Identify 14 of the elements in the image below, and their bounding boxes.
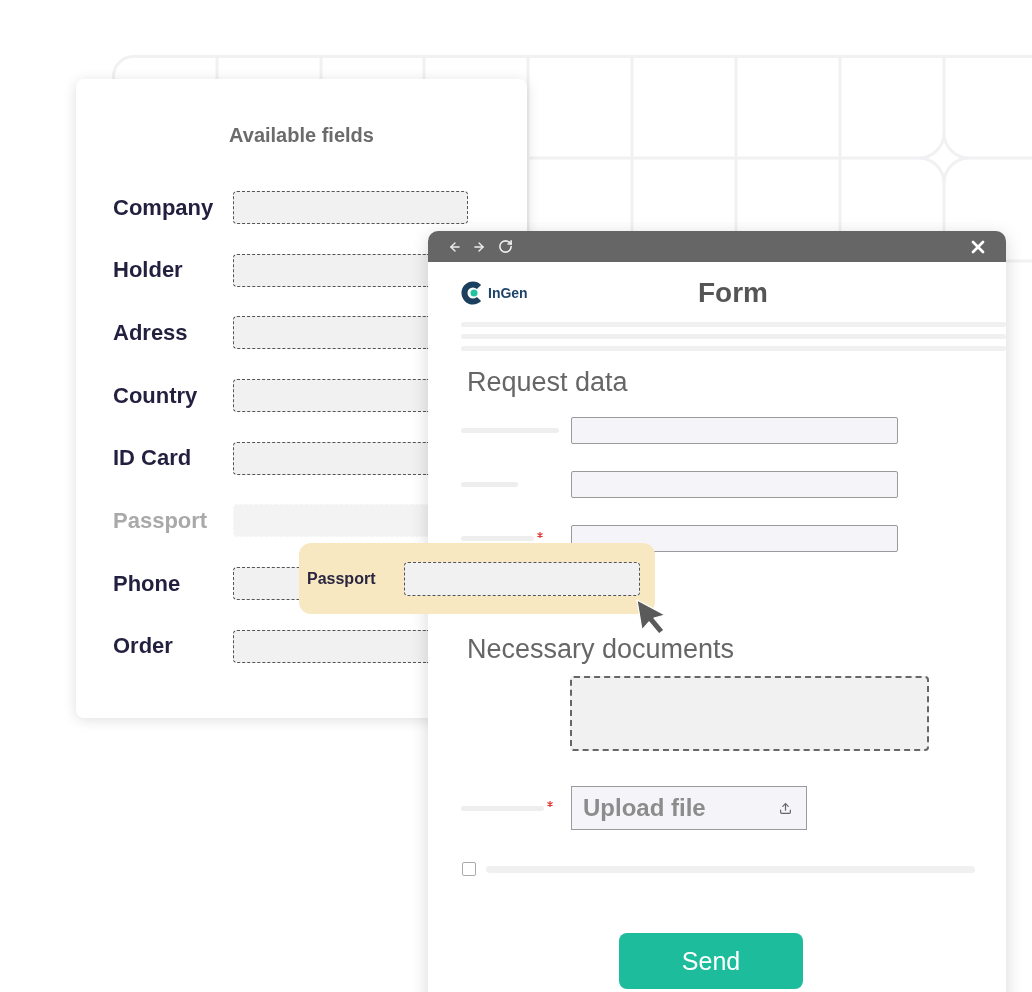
field-label: Adress [113,321,189,344]
form-title: Form [697,279,769,307]
field-label: Passport [307,570,377,587]
field-label: Holder [113,259,184,282]
field-label: Country [113,384,199,407]
field-label: Passport [113,509,209,532]
section-heading: Request data [467,366,628,398]
card-title: Available fields [229,123,374,147]
logo-text: InGen [488,283,528,303]
field-label: Order [113,635,174,658]
field-label: Phone [113,572,182,595]
field-label: ID Card [113,447,193,470]
field-label: Company [113,196,215,219]
section-heading: Necessary documents [467,633,735,665]
